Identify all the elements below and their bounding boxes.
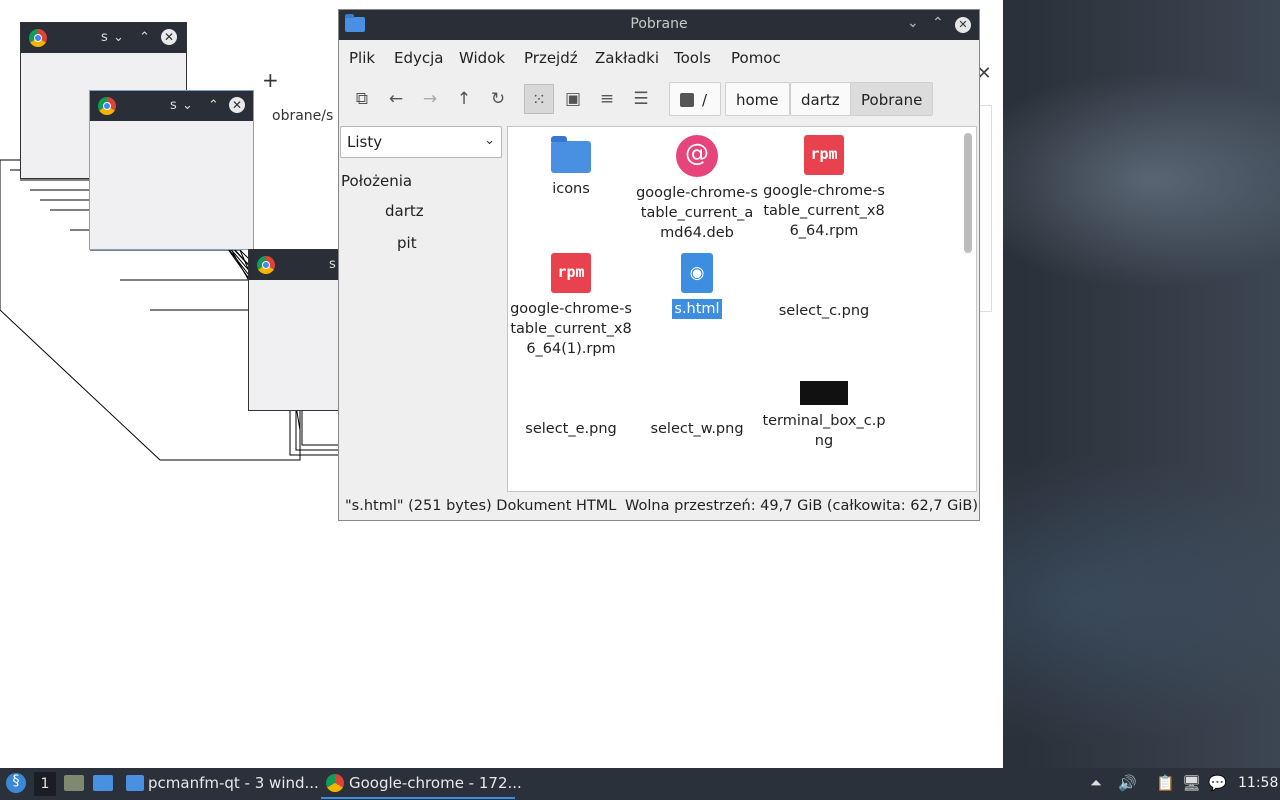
compact-view-icon[interactable]: ≡ — [592, 84, 622, 114]
breadcrumb-root[interactable]: / — [669, 82, 721, 116]
vertical-scrollbar[interactable] — [964, 133, 972, 253]
taskbar: 1 pcmanfm-qt - 3 wind... Google-chrome -… — [0, 768, 1280, 800]
side-panel: Listy ⌄ Położenia dartz pit — [339, 126, 504, 486]
title-fragment: s — [101, 30, 108, 45]
chrome-logo-icon — [29, 29, 47, 47]
file-item[interactable]: terminal_box_c.png — [761, 371, 887, 451]
file-manager-titlebar[interactable]: Pobrane ⌄ ⌃ ✕ — [339, 10, 979, 40]
thumbnail-view-icon[interactable]: ▣ — [558, 84, 588, 114]
new-window-icon[interactable]: ⧉ — [347, 84, 377, 114]
maximize-icon[interactable]: ⌃ — [932, 15, 944, 31]
side-panel-mode-value: Listy — [347, 133, 383, 151]
chrome-logo-icon — [326, 774, 344, 792]
status-selection: "s.html" (251 bytes) Dokument HTML — [345, 498, 617, 514]
close-icon[interactable]: ✕ — [161, 29, 177, 45]
icon-view-icon[interactable]: ⁙ — [524, 84, 554, 114]
back-arrow-icon[interactable]: ← — [381, 84, 411, 114]
menu-widok[interactable]: Widok — [459, 49, 505, 67]
file-item[interactable]: google-chrome-stable_current_x86_64(1).r… — [508, 253, 634, 359]
title-fragment: s — [329, 257, 336, 272]
task-google-chrome[interactable]: Google-chrome - 172... — [349, 774, 522, 792]
file-view[interactable]: icons google-chrome-stable_current_amd64… — [507, 126, 977, 492]
minimize-icon[interactable]: ⌄ — [907, 15, 919, 31]
maximize-icon[interactable]: ⌃ — [208, 97, 219, 115]
image-file-icon — [550, 371, 592, 413]
title-fragment: s — [170, 98, 177, 113]
clock: 11:58 — [1238, 775, 1279, 791]
toolbar: ⧉ ← → ↑ ↻ ⁙ ▣ ≡ ☰ / home dartz Pobrane — [339, 80, 979, 120]
menu-tools[interactable]: Tools — [674, 49, 711, 67]
rpm-package-icon — [551, 253, 591, 293]
menu-plik[interactable]: Plik — [349, 49, 375, 67]
minimize-icon[interactable]: ⌄ — [113, 29, 124, 47]
file-item-selected[interactable]: s.html — [634, 253, 760, 319]
volume-icon[interactable]: 🔊 — [1118, 774, 1137, 792]
file-item[interactable]: icons — [508, 135, 634, 199]
desktop-switcher[interactable]: 1 — [34, 772, 56, 796]
file-name: google-chrome-stable_current_amd64.deb — [636, 185, 758, 241]
sidebar-item-dartz[interactable]: dartz — [385, 202, 424, 220]
status-free-space: Wolna przestrzeń: 49,7 GiB (całkowita: 6… — [625, 498, 979, 514]
network-icon[interactable]: 🖥 — [1182, 774, 1201, 792]
drive-icon — [680, 93, 694, 107]
image-file-icon — [676, 371, 718, 413]
file-item[interactable]: google-chrome-stable_current_amd64.deb — [634, 135, 760, 243]
file-name: google-chrome-stable_current_x86_64.rpm — [763, 183, 885, 239]
file-name: google-chrome-stable_current_x86_64(1).r… — [510, 301, 632, 357]
file-manager-window: Pobrane ⌄ ⌃ ✕ Plik Edycja Widok Przejdź … — [338, 9, 980, 521]
detailed-list-view-icon[interactable]: ☰ — [626, 84, 656, 114]
debian-package-icon — [676, 135, 718, 177]
chrome-logo-icon — [98, 97, 116, 115]
clipboard-icon[interactable]: 📋 — [1156, 774, 1175, 792]
notification-icon[interactable]: 💬 — [1208, 774, 1227, 792]
file-name: icons — [552, 181, 590, 197]
close-icon[interactable]: ✕ — [229, 97, 245, 113]
breadcrumb-pobrane[interactable]: Pobrane — [850, 82, 934, 116]
menu-edycja[interactable]: Edycja — [394, 49, 443, 67]
file-manager-launcher-icon[interactable] — [64, 775, 84, 791]
status-bar: "s.html" (251 bytes) Dokument HTML Wolna… — [339, 496, 979, 520]
menu-pomoc[interactable]: Pomoc — [731, 49, 781, 67]
folder-icon — [551, 136, 591, 173]
breadcrumb-root-label: / — [702, 91, 708, 109]
up-arrow-icon[interactable]: ↑ — [449, 84, 479, 114]
active-task-indicator — [321, 797, 515, 799]
forward-arrow-icon[interactable]: → — [415, 84, 445, 114]
reload-icon[interactable]: ↻ — [483, 84, 513, 114]
breadcrumb-dartz[interactable]: dartz — [790, 82, 851, 116]
file-name: s.html — [672, 299, 722, 319]
tray-up-arrow-icon[interactable]: ⏶ — [1090, 774, 1102, 792]
places-heading: Położenia — [341, 172, 413, 190]
breadcrumb-home[interactable]: home — [725, 82, 790, 116]
file-item[interactable]: select_c.png — [761, 253, 887, 321]
minimize-icon[interactable]: ⌄ — [182, 97, 193, 115]
image-file-icon — [803, 253, 845, 295]
file-name: select_e.png — [525, 421, 617, 437]
task-pcmanfm[interactable]: pcmanfm-qt - 3 wind... — [148, 774, 319, 792]
show-desktop-icon[interactable] — [93, 775, 113, 791]
close-icon[interactable]: ✕ — [955, 17, 971, 33]
file-item[interactable]: select_w.png — [634, 371, 760, 439]
image-file-icon — [800, 381, 848, 405]
chrome-window-ghost-2: s ⌄ ⌃ ✕ — [89, 90, 254, 250]
file-name: select_w.png — [650, 421, 744, 437]
file-name: select_c.png — [778, 303, 870, 319]
maximize-icon[interactable]: ⌃ — [139, 29, 150, 47]
menu-zakladki[interactable]: Zakładki — [595, 49, 659, 67]
file-item[interactable]: google-chrome-stable_current_x86_64.rpm — [761, 135, 887, 241]
chevron-down-icon: ⌄ — [484, 133, 495, 148]
window-title: Pobrane — [630, 16, 688, 32]
menu-bar: Plik Edycja Widok Przejdź Zakładki Tools… — [339, 43, 979, 73]
folder-icon — [126, 775, 144, 791]
chrome-logo-icon — [257, 256, 275, 274]
side-panel-mode-select[interactable]: Listy ⌄ — [340, 126, 502, 158]
html-file-icon — [681, 253, 713, 293]
menu-przejdz[interactable]: Przejdź — [524, 49, 578, 67]
file-name: terminal_box_c.png — [762, 413, 886, 449]
sidebar-item-pit[interactable]: pit — [397, 234, 417, 252]
rpm-package-icon — [804, 135, 844, 175]
file-item[interactable]: select_e.png — [508, 371, 634, 439]
start-menu-icon[interactable] — [6, 773, 26, 793]
